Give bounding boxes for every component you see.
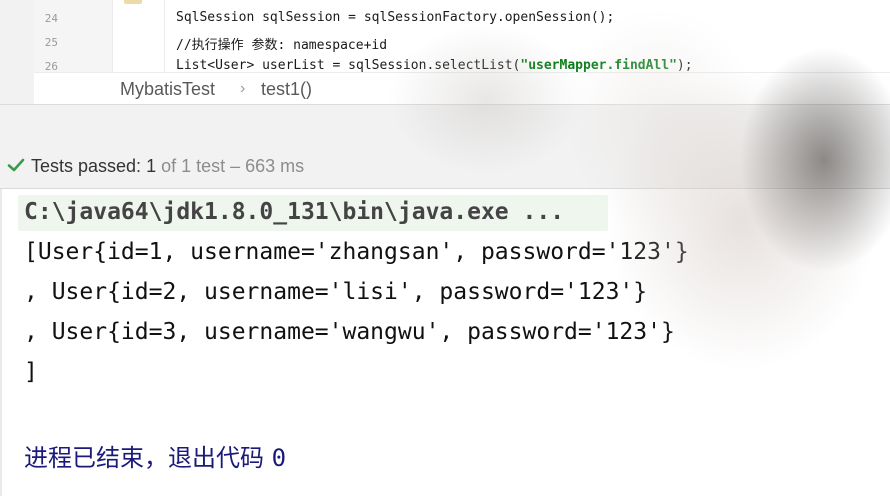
code-editor[interactable]: 24 SqlSession sqlSession = sqlSessionFac… <box>0 0 890 104</box>
code-string-literal: "userMapper.findAll" <box>520 58 677 72</box>
exit-code: 0 <box>271 444 287 472</box>
run-toolbar <box>0 104 890 148</box>
test-status-text: Tests passed: 1 of 1 test – 663 ms <box>31 156 304 177</box>
console-line[interactable]: ] <box>24 359 38 385</box>
console-line[interactable]: , User{id=3, username='wangwu', password… <box>24 319 675 345</box>
console-line[interactable]: , User{id=2, username='lisi', password='… <box>24 279 647 305</box>
exit-text: 进程已结束，退出代码 <box>24 444 272 472</box>
code-text: List<User> userList = sqlSession.selectL… <box>176 58 521 72</box>
status-summary: of 1 test – 663 ms <box>156 156 305 176</box>
process-exit-message[interactable]: 进程已结束，退出代码 0 <box>24 438 286 473</box>
passed-count: 1 <box>146 156 157 176</box>
code-comment-line[interactable]: //执行操作 参数: namespace+id <box>176 34 387 53</box>
breadcrumb-method[interactable]: test1() <box>261 79 312 100</box>
code-line[interactable]: SqlSession sqlSession = sqlSessionFactor… <box>176 10 614 25</box>
breadcrumb: MybatisTest › test1() <box>34 72 890 104</box>
code-area[interactable]: 24 SqlSession sqlSession = sqlSessionFac… <box>0 0 890 72</box>
console-line[interactable]: [User{id=1, username='zhangsan', passwor… <box>24 239 689 265</box>
breadcrumb-class[interactable]: MybatisTest <box>120 79 215 100</box>
console-left-border <box>0 189 2 496</box>
code-line[interactable]: List<User> userList = sqlSession.selectL… <box>176 58 693 72</box>
line-number: 25 <box>44 36 58 49</box>
code-text: ); <box>676 58 693 72</box>
check-icon <box>7 158 25 172</box>
status-label: Tests passed: <box>31 156 147 176</box>
chevron-right-icon: › <box>240 80 246 97</box>
line-number: 24 <box>44 12 58 25</box>
command-line[interactable]: C:\java64\jdk1.8.0_131\bin\java.exe ... <box>24 199 564 225</box>
line-number: 26 <box>44 60 58 72</box>
